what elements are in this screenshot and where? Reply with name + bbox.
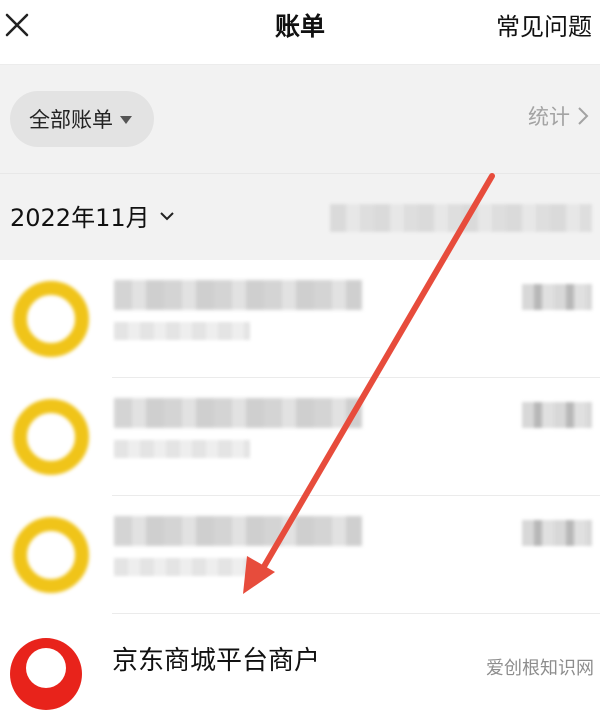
transaction-row[interactable] [0,496,600,614]
transaction-title-blurred [114,280,362,310]
month-label: 2022年11月 [10,204,150,232]
watermark-text: 爱创根知识网 [486,658,594,679]
transaction-amount-blurred [522,402,592,428]
merchant-name: 京东商城平台商户 [112,646,321,676]
caret-down-icon [120,116,132,124]
bill-type-filter[interactable]: 全部账单 [10,91,154,147]
filter-bar: 全部账单 统计 [0,65,600,173]
merchant-avatar-icon [13,399,89,475]
app-header: 账单 常见问题 [0,0,600,65]
month-header: 2022年11月 [0,173,600,260]
transaction-amount-blurred [522,520,592,546]
transaction-title-blurred [114,516,362,546]
chevron-down-icon [159,211,174,220]
transaction-row[interactable] [0,378,600,496]
bill-type-filter-label: 全部账单 [29,108,113,132]
month-selector[interactable]: 2022年11月 [10,198,175,233]
month-summary-blurred [330,204,592,232]
stats-label: 统计 [528,105,570,129]
transaction-title-blurred [114,398,362,428]
merchant-avatar-icon [13,517,89,593]
jd-logo-icon [10,638,82,710]
transaction-subtitle-blurred [114,440,250,458]
transaction-row[interactable] [0,260,600,378]
stats-link[interactable]: 统计 [528,101,590,131]
transaction-subtitle-blurred [114,558,250,576]
merchant-avatar-icon [13,281,89,357]
faq-link[interactable]: 常见问题 [496,10,592,44]
transaction-amount-blurred [522,284,592,310]
transaction-list: 京东商城平台商户 [0,260,600,710]
chevron-right-icon [578,107,589,125]
transaction-subtitle-blurred [114,322,250,340]
